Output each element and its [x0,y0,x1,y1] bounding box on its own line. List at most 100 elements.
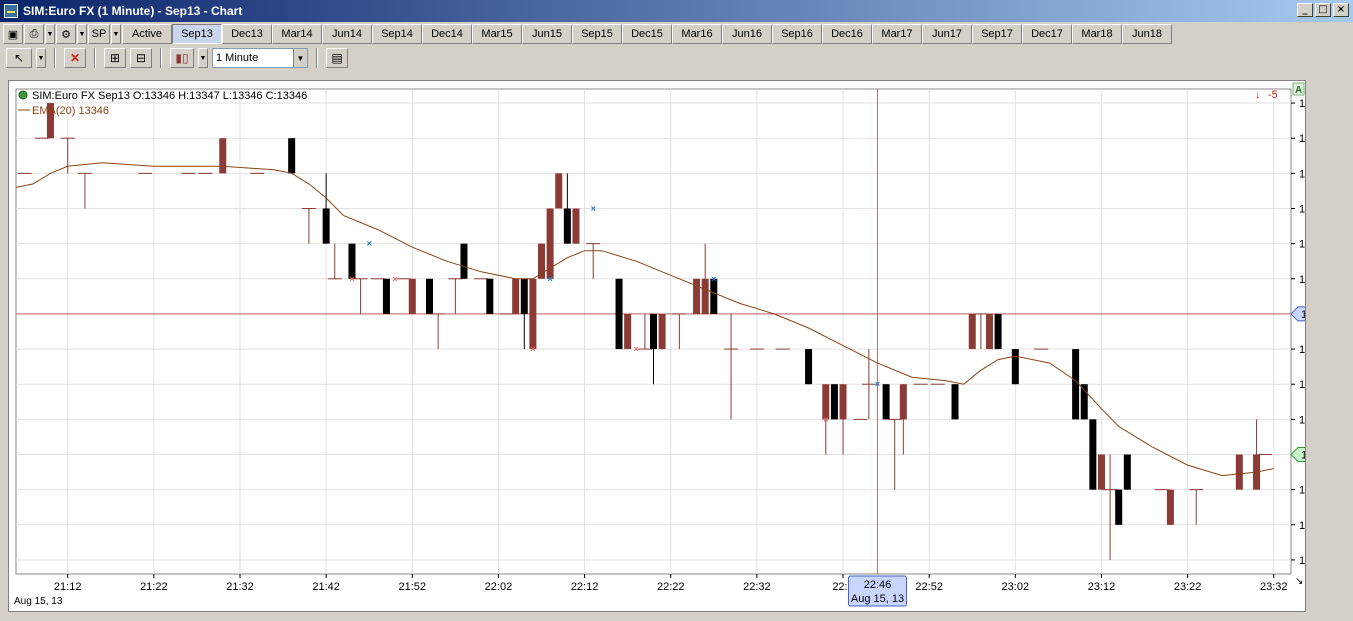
y-tick-label: 13351 [1299,203,1305,215]
x-tick-label: 21:52 [399,581,427,593]
toolbar-divider [94,48,96,68]
candle-body [951,384,959,420]
tab-sep17[interactable]: Sep17 [972,24,1022,44]
candle-body [994,313,1002,350]
candle-body [1011,349,1019,385]
y-tick-label: 13353 [1299,133,1305,145]
chevron-down-icon[interactable]: ▼ [77,24,87,44]
tab-dec17[interactable]: Dec17 [1022,24,1072,44]
candle-body [968,313,976,350]
tab-dec16[interactable]: Dec16 [822,24,872,44]
crosshair-date: Aug 15, 13 [851,593,904,605]
candle-body [701,278,709,314]
candle-body [572,208,580,244]
chevron-down-icon[interactable]: ▼ [45,24,55,44]
auto-scale-label: A [1295,85,1302,96]
contract-tabs: Active Sep13 Dec13 Mar14 Jun14 Sep14 Dec14 Mar1… [122,24,1172,44]
minimize-icon[interactable]: _ [1297,3,1313,17]
candle-body [1072,349,1080,420]
y-tick-label: 13350 [1299,239,1305,251]
data-box-icon[interactable]: ▤ [326,48,348,68]
y-tick-label: 13347 [1299,344,1305,356]
candle-body [1123,454,1131,490]
interval-value: 1 Minute [216,52,259,64]
maximize-icon[interactable]: □ [1315,3,1331,17]
tab-dec13[interactable]: Dec13 [222,24,272,44]
position-indicator: -5 [1268,89,1278,101]
x-tick-label: 21:42 [312,581,340,593]
tab-sep13[interactable]: Sep13 [172,24,222,44]
y-tick-label: 13349 [1299,274,1305,286]
trade-signal-marker: × [392,274,397,284]
candle-body [805,349,813,385]
y-tick-label: 13341 [1299,555,1305,567]
close-icon[interactable]: × [1333,3,1349,17]
chevron-down-icon[interactable]: ▼ [111,24,121,44]
x-tick-label: 22:12 [571,581,599,593]
candle-body [839,384,847,420]
tab-sep16[interactable]: Sep16 [772,24,822,44]
x-tick-label: 22:22 [657,581,685,593]
toolbar-divider [160,48,162,68]
resize-corner-icon: ↘ [1295,576,1303,587]
chevron-down-icon[interactable]: ▼ [293,49,307,67]
x-tick-label: 21:22 [140,581,168,593]
tab-jun15[interactable]: Jun15 [522,24,572,44]
y-tick-label: 13343 [1299,485,1305,497]
candle-body [1115,489,1123,525]
instrument-selector[interactable]: SP [88,24,110,44]
candle-body [830,384,838,420]
indicators-icon[interactable]: ⊟ [130,48,152,68]
interval-select[interactable]: 1 Minute ▼ [212,48,308,68]
tab-mar17[interactable]: Mar17 [872,24,922,44]
candle-body [710,278,718,314]
candle-body [322,208,330,244]
candle-body [563,208,571,244]
tab-dec15[interactable]: Dec15 [622,24,672,44]
connection-status-icon [18,90,28,100]
crosshair-time: 22:46 [864,579,892,591]
window-titlebar: SIM:Euro FX (1 Minute) - Sep13 - Chart _… [0,0,1353,22]
trade-signal-marker: × [711,274,716,284]
candle-body [520,278,528,314]
y-tick-label: 13354 [1299,98,1305,110]
instrument-tabs-bar: ▣ ⎙ ▼ ⚙ ▼ SP ▼ Active Sep13 Dec13 Mar14 Jun1… [0,22,1353,44]
y-tick-label: 13346 [1299,379,1305,391]
tab-jun14[interactable]: Jun14 [322,24,372,44]
tab-jun17[interactable]: Jun17 [922,24,972,44]
chevron-down-icon[interactable]: ▼ [36,48,46,68]
position-arrow-icon: ↓ [1255,89,1261,101]
trade-signal-marker: × [530,344,535,354]
x-tick-label: 22:52 [915,581,943,593]
candle-body [1166,489,1174,525]
delete-drawings-icon[interactable]: ✕ [64,48,86,68]
candle-body [219,138,227,174]
x-tick-label: 21:12 [54,581,82,593]
candle-body [899,384,907,420]
tab-active[interactable]: Active [122,24,172,44]
tab-dec14[interactable]: Dec14 [422,24,472,44]
tab-jun16[interactable]: Jun16 [722,24,772,44]
candle-body [288,138,296,174]
tab-sep14[interactable]: Sep14 [372,24,422,44]
print-icon[interactable]: ⎙ [24,24,44,44]
tab-mar15[interactable]: Mar15 [472,24,522,44]
tab-jun18[interactable]: Jun18 [1122,24,1172,44]
chart-panel[interactable]: 13354 13353 13352 13351 13350 13349 13348 13347… [8,80,1332,612]
chart-info-line: SIM:Euro FX Sep13 O:13346 H:13347 L:1334… [32,90,307,102]
tab-sep15[interactable]: Sep15 [572,24,622,44]
candle-body [426,278,434,314]
candle-body [658,313,666,350]
tab-mar18[interactable]: Mar18 [1072,24,1122,44]
chevron-down-icon[interactable]: ▼ [198,48,208,68]
tab-mar16[interactable]: Mar16 [672,24,722,44]
chart-style-icon[interactable]: ▮▯ [170,48,194,68]
candle-body [650,313,657,350]
pointer-icon[interactable]: ↖ [6,48,32,68]
tab-mar14[interactable]: Mar14 [272,24,322,44]
settings-icon[interactable]: ⚙ [56,24,76,44]
instrument-overlay-icon[interactable]: ⊞ [104,48,126,68]
save-icon[interactable]: ▣ [3,24,23,44]
trade-signal-marker: × [634,344,639,354]
price-chart[interactable]: 13354 13353 13352 13351 13350 13349 13348 13347… [9,81,1332,611]
